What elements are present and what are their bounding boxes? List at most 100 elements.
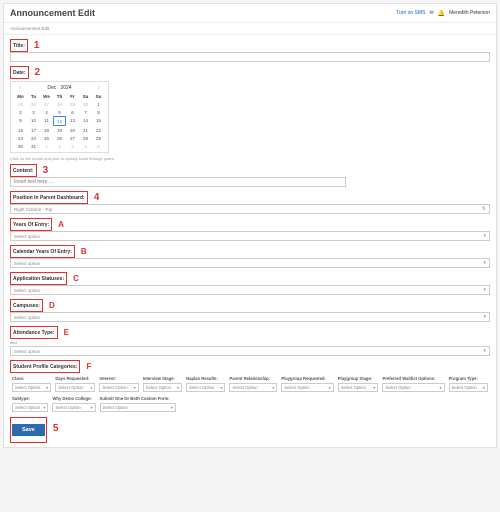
cal-day[interactable]: 1 — [92, 100, 105, 108]
header: Announcement Edit Turn on SMS ✉ 🔔 Meredi… — [4, 4, 496, 23]
col-header: Playgroup Stage: — [336, 375, 381, 382]
date-picker[interactable]: ‹ Dec 2024 › MoTuWeThFrSaSu2526272829301… — [10, 81, 109, 153]
cal-day[interactable]: 6 — [66, 108, 79, 116]
cal-day[interactable]: 22 — [92, 126, 105, 134]
cal-day[interactable]: 9 — [14, 116, 27, 126]
options-table: Class:Days Requested:Interest:Interview … — [10, 375, 490, 413]
cal-day[interactable]: 25 — [14, 100, 27, 108]
atttype-label: Attendance Type: — [13, 330, 55, 336]
cal-day[interactable]: 8 — [92, 108, 105, 116]
cal-day[interactable]: 4 — [40, 108, 53, 116]
cal-day[interactable]: 26 — [53, 134, 66, 142]
option-select[interactable]: Select Option▾ — [338, 383, 379, 392]
cal-day[interactable]: 24 — [27, 134, 40, 142]
cal-year[interactable]: 2024 — [60, 85, 71, 91]
user-name[interactable]: Meredith Peterson — [449, 10, 490, 16]
option-select[interactable]: Select Option▾ — [143, 383, 182, 392]
cal-day[interactable]: 27 — [40, 100, 53, 108]
col-header: Why Demo College: — [50, 395, 97, 402]
cal-day[interactable]: 1 — [40, 142, 53, 150]
cal-day[interactable]: 21 — [79, 126, 92, 134]
option-select[interactable]: Select Option▾ — [52, 403, 95, 412]
chevron-down-icon: ⇅ — [482, 206, 486, 212]
cal-day[interactable]: 28 — [79, 134, 92, 142]
cal-day[interactable]: 17 — [27, 126, 40, 134]
cal-day[interactable]: 31 — [27, 142, 40, 150]
title-input[interactable] — [10, 52, 490, 62]
cal-day[interactable]: 2 — [14, 108, 27, 116]
cal-day[interactable]: 27 — [66, 134, 79, 142]
position-select[interactable]: Right Column - Top⇅ — [10, 204, 490, 214]
option-select[interactable]: Select Option▾ — [229, 383, 277, 392]
campuses-label: Campuses: — [13, 303, 40, 309]
cal-day[interactable]: 20 — [66, 126, 79, 134]
col-header: Parent Relationship: — [227, 375, 279, 382]
date-label: Date: — [13, 70, 26, 76]
option-select[interactable]: Select Option▾ — [449, 383, 488, 392]
cal-day[interactable]: 3 — [27, 108, 40, 116]
cal-day[interactable]: 18 — [40, 126, 53, 134]
col-header: Naplan Results: — [184, 375, 227, 382]
cal-day-header: Tu — [27, 92, 40, 100]
cal-month[interactable]: Dec — [47, 85, 56, 91]
chevron-down-icon: ▾ — [483, 260, 486, 266]
envelope-icon[interactable]: ✉ — [429, 10, 433, 16]
option-select[interactable]: Select Option▾ — [281, 383, 333, 392]
yoe-select[interactable]: Select option▾ — [10, 231, 490, 241]
option-select[interactable]: Select Option▾ — [100, 403, 176, 412]
cal-next[interactable]: › — [95, 85, 103, 91]
cal-day[interactable]: 28 — [53, 100, 66, 108]
cal-day-header: Su — [92, 92, 105, 100]
save-button[interactable]: Save — [12, 424, 45, 436]
cal-day[interactable]: 16 — [14, 126, 27, 134]
header-right: Turn on SMS ✉ 🔔 Meredith Peterson — [396, 10, 490, 17]
bell-icon[interactable]: 🔔 — [438, 10, 445, 17]
cal-day-header: Fr — [66, 92, 79, 100]
option-select[interactable]: Select Option▾ — [99, 383, 138, 392]
cal-day[interactable]: 26 — [27, 100, 40, 108]
cal-day[interactable]: 19 — [53, 126, 66, 134]
option-select[interactable]: Select Option▾ — [12, 383, 51, 392]
cal-day[interactable]: 5 — [92, 142, 105, 150]
appstat-select[interactable]: Select option▾ — [10, 285, 490, 295]
marker-E: E — [64, 328, 69, 337]
content-input[interactable] — [10, 177, 346, 187]
cal-prev[interactable]: ‹ — [16, 85, 24, 91]
option-select[interactable]: Select Option▾ — [12, 403, 48, 412]
cal-day[interactable]: 11 — [40, 116, 53, 126]
cal-day[interactable]: 30 — [14, 142, 27, 150]
cal-day[interactable]: 5 — [53, 108, 66, 116]
cal-day[interactable]: 15 — [92, 116, 105, 126]
cal-day[interactable]: 25 — [40, 134, 53, 142]
option-select[interactable]: Select Option▾ — [186, 383, 225, 392]
cal-day[interactable]: 3 — [66, 142, 79, 150]
spc-label: Student Profile Categories: — [13, 364, 77, 370]
cyoe-select[interactable]: Select option▾ — [10, 258, 490, 268]
cal-day[interactable]: 7 — [79, 108, 92, 116]
col-header: Class: — [10, 375, 53, 382]
turn-on-sms-link[interactable]: Turn on SMS — [396, 10, 425, 16]
cal-day[interactable]: 4 — [79, 142, 92, 150]
atttype-select[interactable]: Select option▾ — [10, 346, 490, 356]
cal-day-header: Th — [53, 92, 66, 100]
marker-B: B — [81, 247, 87, 256]
chevron-down-icon: ▾ — [483, 233, 486, 239]
cal-day[interactable]: 30 — [79, 100, 92, 108]
calendar-grid: MoTuWeThFrSaSu25262728293012345678910111… — [14, 92, 105, 150]
cal-day[interactable]: 2 — [53, 142, 66, 150]
cal-day[interactable]: 14 — [79, 116, 92, 126]
cal-day[interactable]: 13 — [66, 116, 79, 126]
col-header: Days Requested: — [53, 375, 97, 382]
cal-day[interactable]: 29 — [66, 100, 79, 108]
cal-day[interactable]: 10 — [27, 116, 40, 126]
marker-1: 1 — [34, 40, 40, 51]
position-label: Position In Parent Dashboard: — [13, 195, 85, 201]
option-select[interactable]: Select Option▾ — [382, 383, 444, 392]
cal-day[interactable]: 29 — [92, 134, 105, 142]
cal-day[interactable]: 23 — [14, 134, 27, 142]
campuses-select[interactable]: Select option▾ — [10, 312, 490, 322]
cal-day[interactable]: 12 — [53, 116, 66, 126]
chevron-down-icon: ▾ — [483, 314, 486, 320]
option-select[interactable]: Select Option▾ — [55, 383, 95, 392]
marker-D: D — [49, 301, 55, 310]
